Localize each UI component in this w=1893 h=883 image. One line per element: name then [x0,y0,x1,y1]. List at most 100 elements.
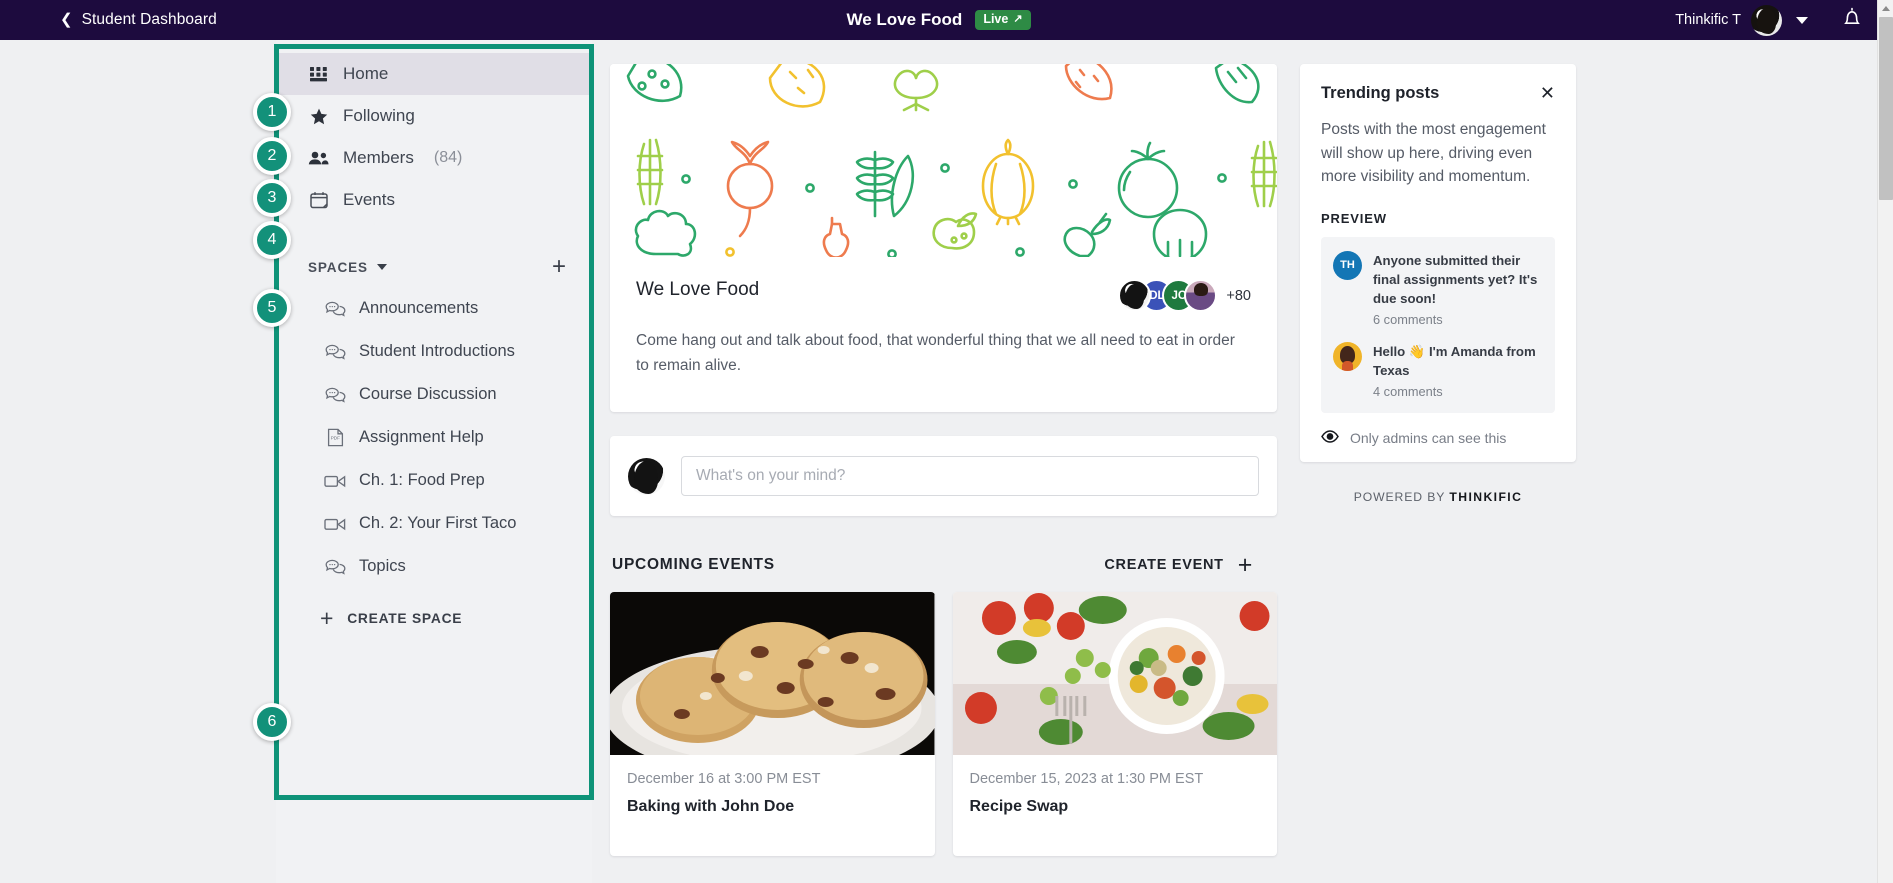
external-link-arrow-icon: ↗ [1013,13,1023,26]
notification-bell-icon[interactable] [1841,6,1863,34]
avatar [1184,279,1218,312]
people-icon [308,151,329,165]
annotation-bullet-3: 3 [253,179,291,217]
top-navigation-bar: ❮ Student Dashboard We Love Food Live ↗ … [0,0,1877,40]
event-card[interactable]: December 15, 2023 at 1:30 PM EST Recipe … [952,592,1277,857]
sidebar-item-home[interactable]: Home [276,53,592,95]
sidebar-space-label: Student Introductions [359,342,515,360]
annotation-bullet-4: 4 [253,221,291,259]
page-scrollbar[interactable] [1877,0,1893,883]
sidebar-space-label: Announcements [359,299,479,317]
upcoming-events-title: UPCOMING EVENTS [612,556,775,574]
chevron-down-icon[interactable] [376,264,387,270]
sidebar-item-events[interactable]: Events [276,179,592,221]
chat-bubbles-icon [324,344,346,360]
add-space-plus-icon[interactable]: + [552,255,566,279]
post-composer-input[interactable] [681,456,1259,497]
list-item[interactable]: TH Anyone submitted their final assignme… [1333,250,1543,328]
scroll-up-arrow-icon[interactable] [1878,0,1893,17]
member-avatar-stack[interactable]: DL JC +80 [1118,279,1251,312]
close-icon[interactable]: ✕ [1540,84,1555,102]
sidebar-space-label: Topics [359,557,406,575]
breadcrumb[interactable]: ❮ Student Dashboard [0,0,300,40]
post-text: Anyone submitted their final assignments… [1373,252,1538,306]
event-card[interactable]: December 16 at 3:00 PM EST Baking with J… [610,592,935,857]
post-composer [610,436,1277,517]
scrollbar-thumb[interactable] [1879,17,1893,200]
avatar-overflow-count: +80 [1226,287,1251,304]
upcoming-events-header: UPCOMING EVENTS CREATE EVENT + [610,552,1277,578]
user-name-label: Thinkific T [1675,12,1741,28]
create-event-button[interactable]: CREATE EVENT + [1104,551,1275,580]
community-description: Come hang out and talk about food, that … [636,332,1235,375]
admins-visibility-note: Only admins can see this [1321,430,1555,446]
avatar [1333,342,1362,372]
sidebar-item-label: Members [343,148,414,167]
post-comment-count: 4 comments [1373,384,1443,400]
live-badge[interactable]: Live ↗ [975,9,1031,31]
avatar-initials: TH [1333,250,1362,280]
sidebar-item-label: Following [343,106,415,125]
event-name: Baking with John Doe [627,798,795,816]
chevron-left-icon[interactable]: ❮ [60,12,73,27]
sidebar-space-ch1-food-prep[interactable]: Ch. 1: Food Prep [276,459,592,502]
powered-prefix: POWERED BY [1353,490,1446,505]
chat-bubbles-icon [324,559,346,575]
post-comment-count: 6 comments [1373,312,1443,328]
sidebar-item-following[interactable]: Following [276,95,592,137]
spaces-section-header[interactable]: SPACES + [276,247,592,287]
event-card-body: December 16 at 3:00 PM EST Baking with J… [610,755,935,856]
upcoming-events-grid: December 16 at 3:00 PM EST Baking with J… [610,592,1277,857]
site-title: We Love Food [846,10,963,29]
avatar [628,457,665,495]
sidebar-space-label: Course Discussion [359,385,497,403]
trending-preview-box: TH Anyone submitted their final assignme… [1321,236,1555,414]
chevron-down-icon[interactable] [1796,16,1808,24]
vegetable-pattern-banner [610,64,1277,257]
sidebar-space-assignment-help[interactable]: PDF Assignment Help [276,416,592,459]
video-camera-icon [324,517,346,531]
sidebar-space-label: Ch. 2: Your First Taco [359,514,517,532]
plus-icon: + [1237,551,1253,580]
live-label: Live [983,11,1009,26]
eye-icon [1321,430,1339,446]
create-event-label: CREATE EVENT [1104,557,1224,574]
sidebar-item-members[interactable]: Members (84) [276,137,592,179]
create-space-button[interactable]: + CREATE SPACE [276,596,592,640]
list-item[interactable]: Hello 👋 I'm Amanda from Texas 4 comments [1333,342,1543,399]
cookies-photo [610,592,935,756]
main-content-column: We Love Food DL JC +80 Come hang out and… [610,64,1277,857]
sidebar-space-course-discussion[interactable]: Course Discussion [276,373,592,416]
trending-posts-description: Posts with the most engagement will show… [1321,121,1546,186]
annotation-bullet-5: 5 [253,289,291,327]
avatar[interactable] [1751,4,1782,36]
create-space-label: CREATE SPACE [347,610,463,626]
chat-bubbles-icon [324,301,346,317]
sidebar-space-announcements[interactable]: Announcements [276,287,592,330]
veggie-bowl-photo [952,592,1277,756]
event-name: Recipe Swap [969,798,1069,816]
grid-icon [308,66,329,82]
chat-bubbles-icon [324,387,346,403]
preview-label: PREVIEW [1321,210,1387,226]
community-card: We Love Food DL JC +80 Come hang out and… [610,64,1277,413]
sidebar-space-topics[interactable]: Topics [276,545,592,588]
sidebar-space-ch2-your-first-taco[interactable]: Ch. 2: Your First Taco [276,502,592,545]
right-sidebar: Trending posts ✕ Posts with the most eng… [1300,64,1576,504]
powered-brand: THINKIFIC [1449,490,1523,505]
powered-by-thinkific: POWERED BY THINKIFIC [1300,490,1576,504]
left-sidebar: Home Following Members (84) Events SPACE… [276,40,592,883]
app-root: ❮ Student Dashboard We Love Food Live ↗ … [0,0,1893,883]
community-card-header: We Love Food DL JC +80 [610,257,1277,312]
topbar-user-area: Thinkific T [1675,0,1877,40]
trending-posts-header: Trending posts ✕ [1321,84,1555,103]
sidebar-space-label: Ch. 1: Food Prep [359,471,485,489]
community-title: We Love Food [636,279,760,300]
post-text: Hello 👋 I'm Amanda from Texas [1373,344,1536,379]
sidebar-space-student-introductions[interactable]: Student Introductions [276,330,592,373]
event-date: December 15, 2023 at 1:30 PM EST [969,771,1204,788]
page-body: Home Following Members (84) Events SPACE… [0,40,1877,883]
event-date: December 16 at 3:00 PM EST [627,771,821,788]
annotation-bullet-1: 1 [253,93,291,131]
members-count: (84) [433,149,463,166]
